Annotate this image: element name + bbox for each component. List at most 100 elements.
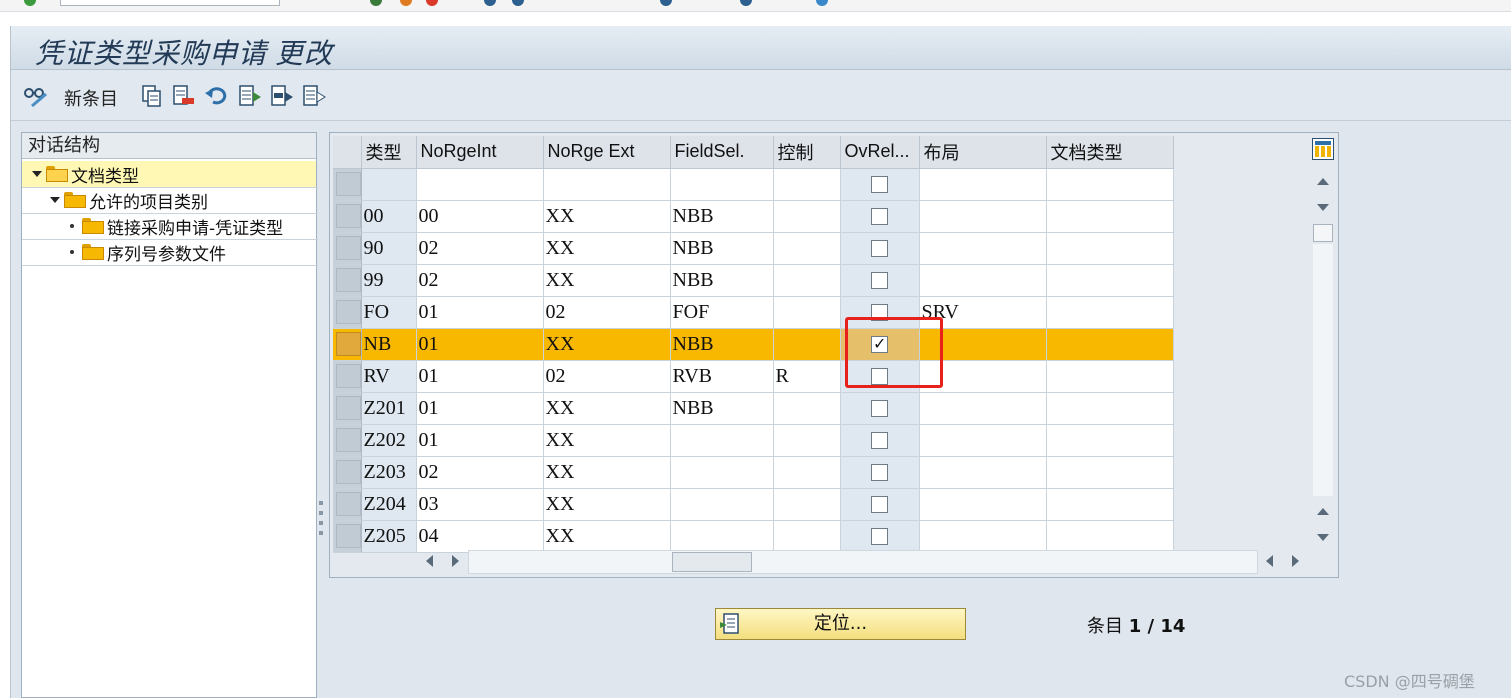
cell-fieldsel[interactable]: FOF (670, 296, 774, 329)
scroll-track[interactable] (1313, 244, 1333, 496)
save-icon[interactable] (370, 0, 382, 6)
table-row[interactable]: 99 02 XX NBB (333, 264, 1174, 297)
new-entries-button[interactable]: 新条目 (64, 85, 118, 111)
cell-norge-int[interactable]: 02 (416, 232, 544, 265)
row-selector[interactable] (333, 488, 362, 521)
cell-ovrel[interactable] (840, 488, 920, 521)
scroll-left-icon[interactable] (426, 555, 433, 567)
cell-type[interactable]: 99 (361, 264, 417, 297)
cell-fieldsel[interactable]: NBB (670, 200, 774, 233)
table-row[interactable]: 90 02 XX NBB (333, 232, 1174, 265)
find-icon[interactable] (512, 0, 524, 6)
row-selector[interactable] (333, 296, 362, 329)
row-selector[interactable] (333, 168, 362, 201)
scroll-down-icon[interactable] (1317, 204, 1329, 211)
cell-norge-ext[interactable]: 02 (543, 360, 671, 393)
cell-norge-ext[interactable]: XX (543, 328, 671, 361)
table-row[interactable]: FO 01 02 FOF SRV (333, 296, 1174, 329)
cell-doc-type[interactable] (1046, 392, 1174, 425)
cell-doc-type[interactable] (1046, 264, 1174, 297)
select-all-icon[interactable] (237, 83, 263, 109)
cell-norge-ext[interactable] (543, 168, 671, 201)
column-header-ovrel[interactable]: OvRel... (840, 136, 920, 169)
table-row[interactable]: Z201 01 XX NBB (333, 392, 1174, 425)
deselect-all-icon[interactable] (301, 83, 327, 109)
cell-type[interactable]: Z205 (361, 520, 417, 553)
cell-layout[interactable] (919, 232, 1047, 265)
cell-type[interactable]: 90 (361, 232, 417, 265)
cell-fieldsel[interactable]: NBB (670, 232, 774, 265)
scroll-thumb[interactable] (1313, 224, 1333, 242)
cell-ovrel[interactable] (840, 168, 920, 201)
locate-button[interactable]: 定位... (715, 608, 966, 640)
cell-fieldsel[interactable]: NBB (670, 264, 774, 297)
cell-norge-int[interactable]: 01 (416, 328, 544, 361)
row-selector[interactable] (333, 392, 362, 425)
cell-control[interactable] (773, 520, 841, 553)
cell-layout[interactable] (919, 168, 1047, 201)
cell-norge-ext[interactable]: XX (543, 520, 671, 553)
cell-type[interactable]: 00 (361, 200, 417, 233)
cell-doc-type[interactable] (1046, 296, 1174, 329)
cell-doc-type[interactable] (1046, 328, 1174, 361)
row-selector[interactable] (333, 264, 362, 297)
cell-norge-int[interactable]: 02 (416, 264, 544, 297)
cell-ovrel[interactable] (840, 520, 920, 553)
cell-norge-ext[interactable]: XX (543, 424, 671, 457)
ovrel-checkbox[interactable] (871, 272, 888, 290)
cell-control[interactable] (773, 328, 841, 361)
cell-layout[interactable] (919, 392, 1047, 425)
print-icon[interactable] (484, 0, 496, 6)
vertical-scrollbar[interactable] (1310, 136, 1336, 548)
expand-arrow-icon[interactable] (32, 171, 42, 177)
cell-norge-int[interactable]: 00 (416, 200, 544, 233)
cell-norge-int[interactable]: 01 (416, 392, 544, 425)
cell-control[interactable]: R (773, 360, 841, 393)
page-up-icon[interactable] (1317, 508, 1329, 515)
row-selector[interactable] (333, 360, 362, 393)
delete-icon[interactable] (171, 83, 197, 109)
ovrel-checkbox[interactable] (871, 400, 888, 418)
table-row[interactable]: RV 01 02 RVB R (333, 360, 1174, 393)
cell-control[interactable] (773, 424, 841, 457)
expand-arrow-icon[interactable] (50, 197, 60, 203)
ovrel-checkbox[interactable] (871, 464, 888, 482)
ovrel-checkbox[interactable] (871, 176, 888, 194)
cell-fieldsel[interactable]: NBB (670, 328, 774, 361)
table-row[interactable]: Z205 04 XX (333, 520, 1174, 553)
cell-ovrel[interactable] (840, 392, 920, 425)
cell-layout[interactable] (919, 520, 1047, 553)
select-block-icon[interactable] (269, 83, 295, 109)
table-row[interactable] (333, 168, 1174, 201)
cell-doc-type[interactable] (1046, 200, 1174, 233)
column-settings-icon[interactable] (1312, 138, 1334, 160)
cell-fieldsel[interactable] (670, 456, 774, 489)
table-row[interactable]: Z204 03 XX (333, 488, 1174, 521)
ovrel-checkbox[interactable] (871, 496, 888, 514)
cell-type[interactable]: Z204 (361, 488, 417, 521)
cell-layout[interactable] (919, 200, 1047, 233)
copy-icon[interactable] (139, 83, 165, 109)
cell-norge-ext[interactable]: 02 (543, 296, 671, 329)
help-icon[interactable] (816, 0, 828, 6)
cell-control[interactable] (773, 392, 841, 425)
column-header-doc-type[interactable]: 文档类型 (1046, 136, 1174, 169)
cell-layout[interactable] (919, 264, 1047, 297)
table-row[interactable]: 00 00 XX NBB (333, 200, 1174, 233)
cell-ovrel[interactable] (840, 200, 920, 233)
cell-norge-ext[interactable]: XX (543, 392, 671, 425)
ovrel-checkbox[interactable] (871, 208, 888, 226)
row-selector[interactable] (333, 328, 362, 361)
cell-norge-int[interactable]: 01 (416, 424, 544, 457)
new-session-icon[interactable] (740, 0, 752, 6)
undo-icon[interactable] (203, 83, 229, 109)
select-all-rows-button[interactable] (333, 136, 362, 169)
cell-norge-int[interactable] (416, 168, 544, 201)
page-down-icon[interactable] (1317, 534, 1329, 541)
table-row[interactable]: Z203 02 XX (333, 456, 1174, 489)
cell-control[interactable] (773, 456, 841, 489)
tree-node-serial-number-profile[interactable]: 序列号参数文件 (22, 239, 316, 265)
column-header-norge-ext[interactable]: NoRge Ext (543, 136, 671, 169)
scroll-right-icon[interactable] (452, 555, 459, 567)
cell-doc-type[interactable] (1046, 232, 1174, 265)
